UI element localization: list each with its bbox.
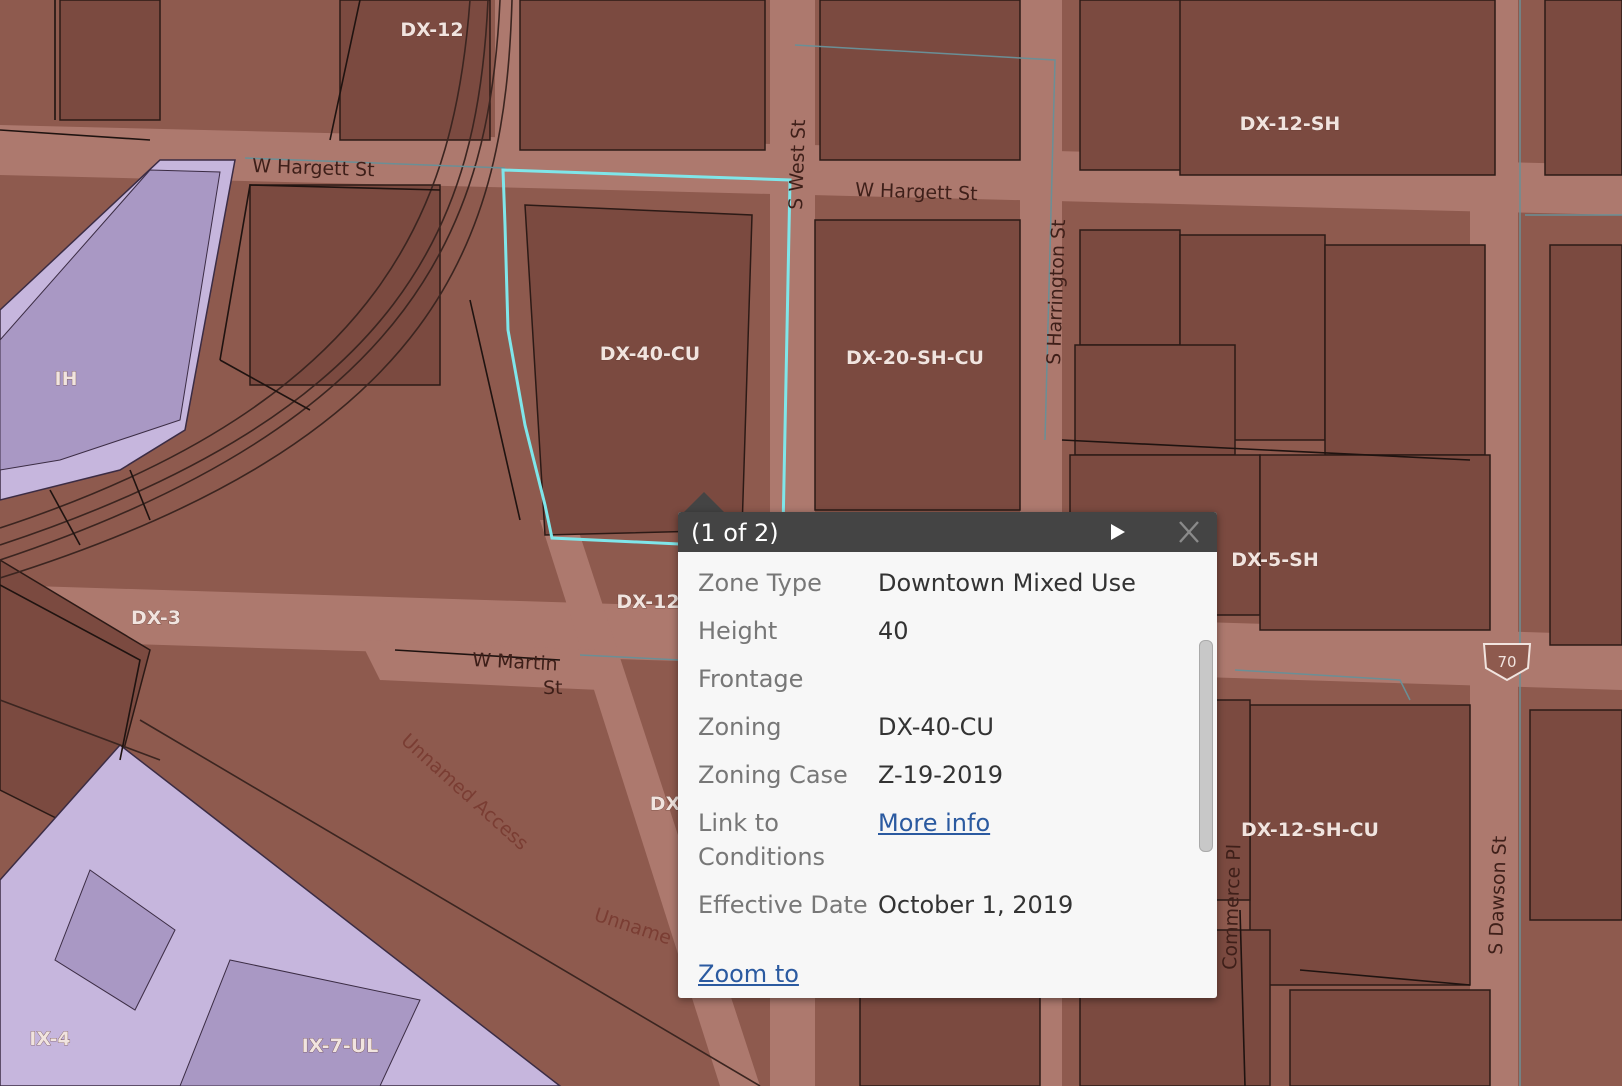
attribute-value: 40 [878, 617, 909, 645]
play-triangle-icon [1111, 524, 1125, 540]
route-shield-number: 70 [1497, 653, 1516, 671]
attribute-key: Effective Date [698, 891, 868, 919]
attribute-value [878, 662, 1188, 710]
zone-label-ix7ul: IX-7-UL [302, 1035, 379, 1057]
attribute-value: October 1, 2019 [878, 891, 1074, 919]
popup-body: Zone Type Downtown Mixed Use Height 40 F… [678, 552, 1217, 998]
attribute-table: Zone Type Downtown Mixed Use Height 40 F… [698, 566, 1188, 936]
attribute-value: DX-40-CU [878, 713, 994, 741]
popup-scrollbar[interactable] [1199, 640, 1213, 852]
street-label-s-west-st: S West St [785, 119, 810, 210]
zone-label-dx20shcu: DX-20-SH-CU [846, 347, 984, 369]
zone-label-dx12-mid: DX-12 [616, 591, 679, 613]
attribute-row-zoning: Zoning DX-40-CU [698, 710, 1188, 758]
attribute-key: Zone Type [698, 569, 822, 597]
zone-label-dx40cu: DX-40-CU [600, 343, 700, 365]
attribute-row-link-to-conditions: Link to Conditions More info [698, 806, 1188, 888]
zone-label-dx5sh: DX-5-SH [1231, 549, 1318, 571]
attribute-row-zoning-case: Zoning Case Z-19-2019 [698, 758, 1188, 806]
street-label-st: St [543, 677, 563, 699]
attribute-row-frontage: Frontage [698, 662, 1188, 710]
feature-info-popup: (1 of 2) Zone Type Downtown Mixed Use He… [678, 512, 1217, 998]
zoom-to-link[interactable]: Zoom to [698, 960, 799, 988]
attribute-row-effective-date: Effective Date October 1, 2019 [698, 888, 1188, 936]
zone-label-dx3: DX-3 [131, 607, 181, 629]
zone-label-dx12sh: DX-12-SH [1240, 113, 1341, 135]
attribute-value: Z-19-2019 [878, 761, 1003, 789]
zone-label-ih: IH [55, 368, 78, 390]
attribute-value: Downtown Mixed Use [878, 569, 1136, 597]
attribute-key: Height [698, 617, 778, 645]
attribute-key: Zoning [698, 713, 782, 741]
close-popup-button[interactable] [1174, 518, 1204, 546]
more-info-link[interactable]: More info [878, 809, 990, 837]
street-label-w-hargett-east: W Hargett St [855, 179, 978, 205]
attribute-key: Zoning Case [698, 761, 848, 789]
attribute-key: Link to Conditions [698, 809, 826, 871]
attribute-key: Frontage [698, 665, 804, 693]
street-label-commerce-pl: Commerce Pl [1219, 844, 1245, 971]
zone-label-dx-partial: DX [650, 793, 681, 815]
street-label-w-hargett-west: W Hargett St [252, 155, 375, 181]
street-label-w-martin: W Martin [472, 649, 558, 675]
popup-title: (1 of 2) [691, 519, 779, 547]
next-feature-button[interactable] [1102, 518, 1132, 546]
street-label-s-dawson-st: S Dawson St [1485, 835, 1511, 955]
zone-label-dx12shcu: DX-12-SH-CU [1241, 819, 1379, 841]
popup-header: (1 of 2) [678, 512, 1217, 552]
close-icon [1179, 521, 1199, 543]
zone-label-dx12-top: DX-12 [400, 19, 463, 41]
popup-pointer [682, 492, 726, 514]
zone-label-ix4: IX-4 [29, 1028, 70, 1050]
attribute-row-height: Height 40 [698, 614, 1188, 662]
attribute-row-zone-type: Zone Type Downtown Mixed Use [698, 566, 1188, 614]
